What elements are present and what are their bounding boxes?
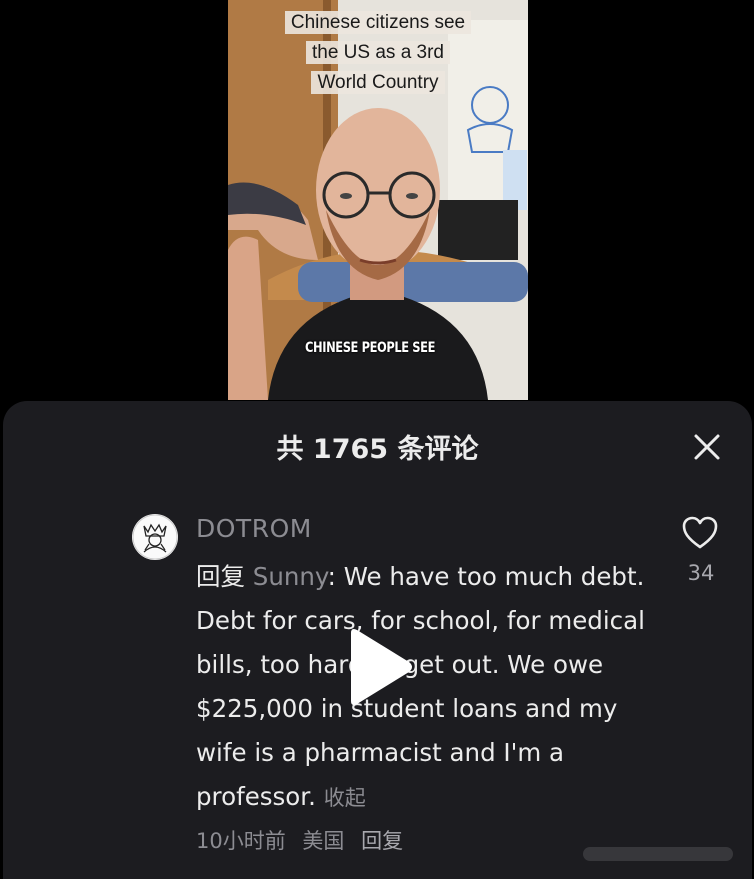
comment-text: : We have too much debt. Debt for cars, … [196, 562, 645, 811]
comment-username[interactable]: DOTROM [196, 514, 312, 543]
reply-button[interactable]: 回复 [361, 829, 403, 853]
reply-to-username[interactable]: Sunny [253, 562, 328, 591]
screen: Chinese citizens see the US as a 3rd Wor… [0, 0, 754, 879]
video-overlay-title: Chinese citizens see the US as a 3rd Wor… [228, 8, 528, 98]
overlay-title-line-2: the US as a 3rd [305, 41, 451, 64]
watermark-blur [583, 847, 733, 861]
comments-sheet: 共 1765 条评论 DOTROM 回复 Sunny: We have too … [3, 401, 752, 879]
avatar-illustration-icon [132, 514, 178, 560]
comment-location: 美国 [302, 829, 345, 853]
comment-body: 回复 Sunny: We have too much debt. Debt fo… [196, 555, 651, 820]
like-count: 34 [687, 561, 715, 585]
overlay-title-line-1: Chinese citizens see [284, 11, 472, 34]
collapse-button[interactable]: 收起 [324, 786, 366, 810]
comment-meta: 10小时前 美国 回复 [196, 825, 413, 855]
video-subtitle: CHINESE PEOPLE SEE [304, 340, 436, 356]
video-player[interactable]: Chinese citizens see the US as a 3rd Wor… [228, 0, 528, 400]
comment-time: 10小时前 [196, 829, 286, 853]
heart-outline-icon[interactable] [681, 515, 719, 551]
overlay-title-line-3: World Country [311, 71, 445, 94]
reply-prefix: 回复 [196, 562, 253, 591]
play-icon[interactable] [345, 627, 415, 707]
comments-count-title: 共 1765 条评论 [276, 434, 479, 465]
avatar[interactable] [132, 514, 178, 560]
close-icon[interactable] [689, 429, 725, 465]
